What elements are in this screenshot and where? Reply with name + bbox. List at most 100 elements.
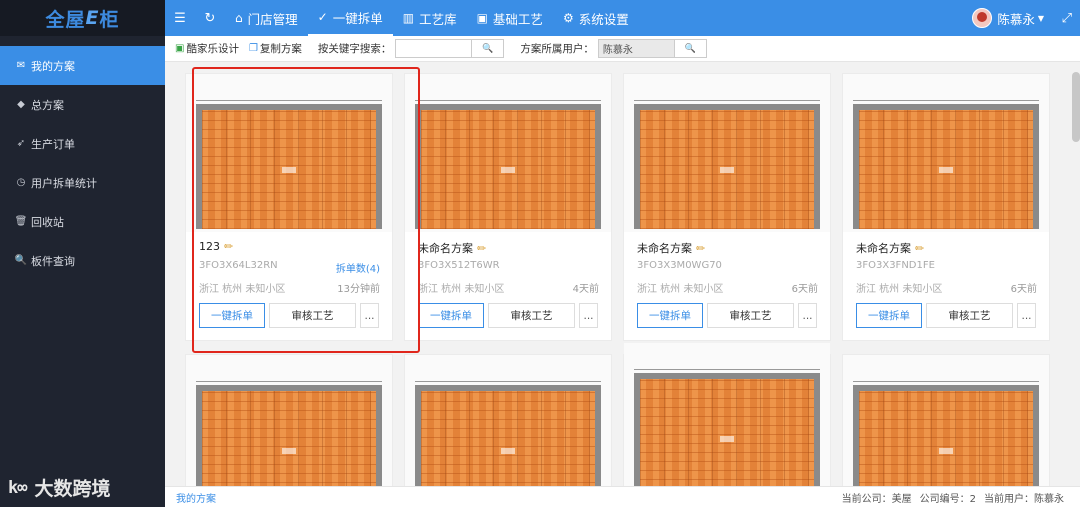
tab-system-settings[interactable]: ⚙ 系统设置 [553,0,639,36]
cabinet-frame [415,385,601,486]
sidebar-item-label: 生产订单 [31,137,75,151]
wood-panel [640,379,814,486]
audit-process-button[interactable]: 审核工艺 [269,303,356,328]
card-actions: 一键拆单 审核工艺 ... [418,303,598,328]
plan-thumbnail[interactable] [624,74,830,232]
audit-process-button[interactable]: 审核工艺 [707,303,794,328]
plan-name: 未命名方案 ✏ [856,240,924,256]
avatar [972,8,993,28]
status-info: 当前公司：美屋 公司编号：2 当前用户：陈慕永 [834,490,1064,505]
cabinet-frame [853,385,1039,486]
plan-name: 未命名方案 ✏ [637,240,705,256]
one-click-split-button[interactable]: 一键拆单 [637,303,703,328]
user-name: 陈慕永 [997,11,1035,27]
pencil-icon[interactable]: ✏ [224,240,233,253]
cabinet-frame [196,385,382,486]
owner-search-button[interactable]: 🔍 [674,39,707,58]
plan-card[interactable]: 未命名方案 ✏ 3FO3X512T6WR 浙江 杭州 未知小区 4天前 一键拆单 … [404,73,612,341]
home-icon: ⌂ [235,11,243,25]
one-click-split-button[interactable]: 一键拆单 [856,303,922,328]
menu-icon[interactable]: ☰ [165,11,195,26]
audit-process-button[interactable]: 审核工艺 [488,303,575,328]
plan-code: 3FO3X3FND1FE [856,260,935,271]
clock-icon: ◷ [16,177,26,188]
plan-thumbnail[interactable] [186,74,392,232]
dimension-line [853,381,1039,382]
one-click-split-button[interactable]: 一键拆单 [418,303,484,328]
keyword-search-button[interactable]: 🔍 [472,39,505,58]
sidebar-item-panel-query[interactable]: 🔍 板件查询 [0,241,165,280]
wood-panel [421,391,595,486]
kujiale-label: 酷家乐设计 [186,43,239,55]
card-actions: 一键拆单 审核工艺 ... [199,303,379,328]
dimension-line [634,369,820,370]
more-button[interactable]: ... [798,303,817,328]
wood-panel [859,391,1033,486]
owner-search: 🔍 [597,39,707,58]
search-icon: 🔍 [14,255,28,266]
keyword-search: 🔍 [395,39,505,58]
plan-thumbnail[interactable] [624,343,830,486]
more-button[interactable]: ... [360,303,379,328]
audit-process-button[interactable]: 审核工艺 [926,303,1013,328]
plan-card[interactable] [404,354,612,486]
more-button[interactable]: ... [579,303,598,328]
plan-name: 123 ✏ [199,240,233,253]
sidebar-item-production-orders[interactable]: ➶ 生产订单 [0,124,165,163]
sidebar-item-recycle-bin[interactable]: 🗑 回收站 [0,202,165,241]
sidebar-item-label: 用户拆单统计 [31,176,97,190]
breadcrumb[interactable]: 我的方案 [176,490,216,505]
plan-thumbnail[interactable] [186,355,392,486]
tab-one-click-split[interactable]: ✓ 一键拆单 [307,0,393,36]
more-button[interactable]: ... [1017,303,1036,328]
dimension-line [196,100,382,101]
sidebar: 全屋 E 柜 ✉ 我的方案 ◆ 总方案 ➶ 生产订单 ◷ 用户拆单统计 🗑 回收站 … [0,0,165,507]
plan-card[interactable]: 未命名方案 ✏ 3FO3X3M0WG70 浙江 杭州 未知小区 6天前 一键拆单 … [623,73,831,341]
check-circle-icon: ✓ [317,10,328,24]
copy-label: 复制方案 [259,43,302,55]
sidebar-item-my-plans[interactable]: ✉ 我的方案 [0,46,165,85]
fullscreen-icon[interactable]: ⤢ [1062,0,1072,36]
wood-panel [202,391,376,486]
owner-input[interactable] [597,39,675,58]
plan-name-text: 123 [199,240,220,253]
plan-thumbnail[interactable] [843,74,1049,232]
pencil-icon[interactable]: ✏ [477,242,486,255]
cabinet-frame [634,373,820,486]
copy-plan-button[interactable]: ❐ 复制方案 [249,41,302,56]
keyword-search-input[interactable] [395,39,473,58]
plan-thumbnail[interactable] [405,74,611,232]
top-nav-bar: ☰ ↻ ⌂ 门店管理 ✓ 一键拆单 ▥ 工艺库 ▣ 基础工艺 ⚙ 系统设置 陈慕… [165,0,1080,36]
cabinet-frame [196,104,382,229]
pencil-icon[interactable]: ✏ [696,242,705,255]
plan-code: 3FO3X64L32RN [199,260,278,271]
toolbar: ▣ 酷家乐设计 ❐ 复制方案 按关键字搜索： 🔍 方案所属用户： 🔍 [165,36,1080,62]
scrollbar[interactable] [1072,72,1080,142]
sidebar-nav: ✉ 我的方案 ◆ 总方案 ➶ 生产订单 ◷ 用户拆单统计 🗑 回收站 🔍 板件查… [0,46,165,280]
plan-thumbnail[interactable] [405,355,611,486]
card-actions: 一键拆单 审核工艺 ... [856,303,1036,328]
diamond-icon: ◆ [17,99,25,110]
tab-basic-process[interactable]: ▣ 基础工艺 [467,0,553,36]
sidebar-item-user-split-stats[interactable]: ◷ 用户拆单统计 [0,163,165,202]
plan-card[interactable]: 123 ✏ 3FO3X64L32RN 拆单数(4) 浙江 杭州 未知小区 13分钟… [185,73,393,341]
logo-text-e: E [85,7,100,29]
plan-card[interactable] [623,343,831,486]
sidebar-item-all-plans[interactable]: ◆ 总方案 [0,85,165,124]
plan-card[interactable] [185,354,393,486]
kujiale-design-button[interactable]: ▣ 酷家乐设计 [175,41,239,56]
split-count-link[interactable]: 拆单数(4) [336,260,380,275]
tab-process-library[interactable]: ▥ 工艺库 [393,0,467,36]
mail-icon: ✉ [16,60,26,71]
user-menu[interactable]: 陈慕永 ▼ [972,0,1044,36]
plan-card[interactable]: 未命名方案 ✏ 3FO3X3FND1FE 浙江 杭州 未知小区 6天前 一键拆单 … [842,73,1050,341]
pencil-icon[interactable]: ✏ [915,242,924,255]
plan-card[interactable] [842,354,1050,486]
company-number: 公司编号：2 [919,493,976,505]
one-click-split-button[interactable]: 一键拆单 [199,303,265,328]
plan-name-text: 未命名方案 [856,242,911,255]
plan-thumbnail[interactable] [843,355,1049,486]
refresh-icon[interactable]: ↻ [195,11,225,26]
tab-store-management[interactable]: ⌂ 门店管理 [225,0,308,36]
cabinet-frame [853,104,1039,229]
